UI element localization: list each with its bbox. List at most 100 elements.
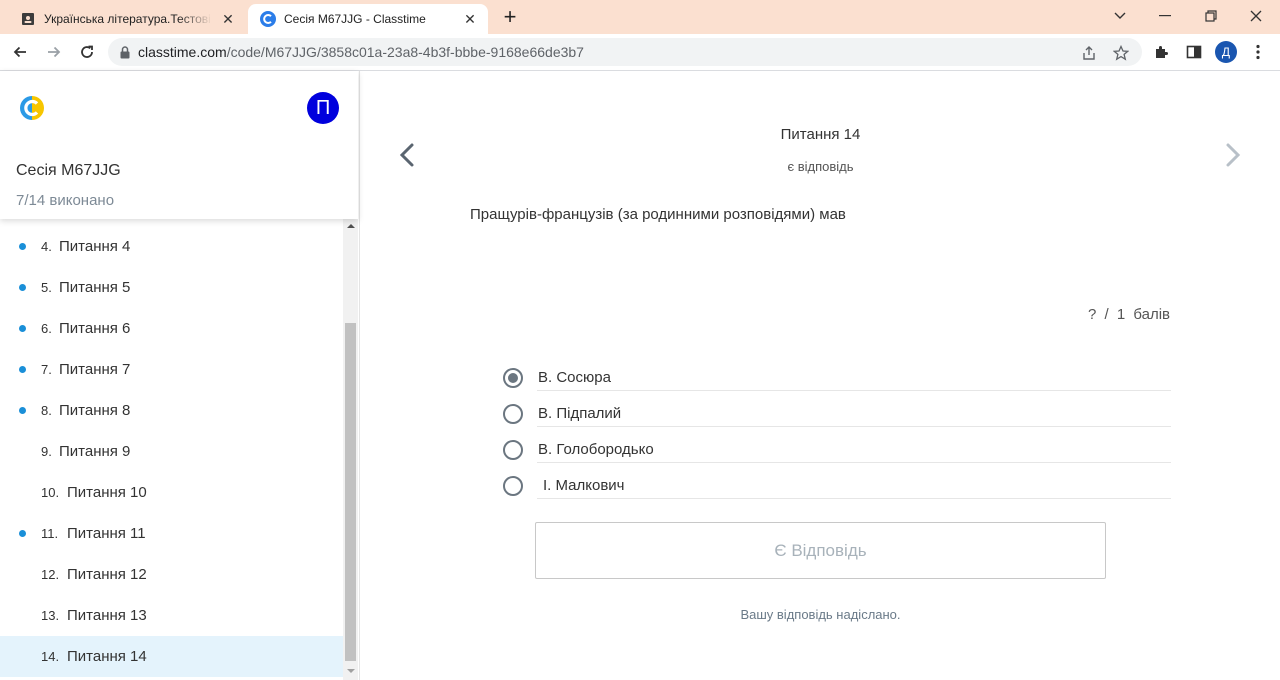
menu-kebab-icon[interactable] bbox=[1247, 41, 1269, 63]
tab-close-icon[interactable]: ✕ bbox=[460, 9, 480, 29]
sidebar-question-item[interactable]: 9. Питання 9 bbox=[0, 431, 343, 472]
question-list: 4. Питання 4 5. Питання 5 6. Питання 6 7. Питан… bbox=[0, 219, 343, 680]
sidebar-question-item[interactable]: 4. Питання 4 bbox=[0, 226, 343, 267]
sidebar-question-item[interactable]: 5. Питання 5 bbox=[0, 267, 343, 308]
tab-title: Українська література.Тестові за bbox=[44, 12, 212, 26]
question-number: 10. bbox=[41, 485, 60, 500]
sidebar-question-item[interactable]: 13. Питання 13 bbox=[0, 595, 343, 636]
question-number: 11. bbox=[41, 526, 59, 541]
answered-dot-icon bbox=[19, 530, 26, 537]
question-number: 4. bbox=[41, 239, 52, 254]
classtime-favicon-icon bbox=[260, 11, 276, 27]
answer-options: В. Сосюра В. Підпалий В. Голобородько І.… bbox=[503, 362, 1171, 506]
tab-title: Сесія M67JJG - Classtime bbox=[284, 12, 426, 26]
reload-icon[interactable] bbox=[75, 40, 99, 64]
extensions-puzzle-icon[interactable] bbox=[1150, 41, 1172, 63]
radio-button[interactable] bbox=[503, 440, 523, 460]
answer-option[interactable]: І. Малкович bbox=[503, 470, 1171, 506]
window-close-icon[interactable] bbox=[1241, 4, 1271, 28]
question-label: Питання 13 bbox=[67, 607, 147, 624]
option-label: В. Голобородько bbox=[538, 441, 654, 458]
url-text: classtime.com/code/M67JJG/3858c01a-23a8-… bbox=[138, 44, 584, 60]
question-label: Питання 10 bbox=[67, 484, 147, 501]
question-label: Питання 12 bbox=[67, 566, 147, 583]
scroll-up-arrow-icon[interactable] bbox=[343, 223, 358, 235]
question-text: Пращурів-французів (за родинними розпові… bbox=[470, 206, 846, 223]
question-label: Питання 7 bbox=[59, 361, 131, 378]
answered-dot-icon bbox=[19, 284, 26, 291]
question-heading: Питання 14 bbox=[780, 126, 861, 143]
answer-option[interactable]: В. Підпалий bbox=[503, 398, 1171, 434]
restore-icon[interactable] bbox=[1196, 4, 1226, 28]
option-divider bbox=[537, 498, 1171, 499]
question-label: Питання 5 bbox=[59, 279, 131, 296]
sidebar-question-item[interactable]: 11. Питання 11 bbox=[0, 513, 343, 554]
sidebar-question-item[interactable]: 12. Питання 12 bbox=[0, 554, 343, 595]
question-number: 14. bbox=[41, 649, 60, 664]
question-number: 8. bbox=[41, 403, 52, 418]
address-bar[interactable]: classtime.com/code/M67JJG/3858c01a-23a8-… bbox=[108, 38, 1142, 66]
option-label: І. Малкович bbox=[543, 477, 625, 494]
radio-button[interactable] bbox=[503, 476, 523, 496]
classtime-logo-icon[interactable] bbox=[19, 95, 45, 121]
document-icon bbox=[20, 11, 36, 27]
lock-icon[interactable] bbox=[120, 45, 130, 59]
question-number: 6. bbox=[41, 321, 52, 336]
question-label: Питання 11 bbox=[67, 525, 146, 542]
forward-icon[interactable] bbox=[42, 40, 66, 64]
radio-button-selected[interactable] bbox=[503, 368, 523, 388]
option-divider bbox=[537, 390, 1171, 391]
back-icon[interactable] bbox=[8, 40, 32, 64]
question-number: 9. bbox=[41, 444, 52, 459]
tab-ukrainian-literature[interactable]: Українська література.Тестові за ✕ bbox=[10, 4, 246, 34]
answered-dot-icon bbox=[19, 243, 26, 250]
tab-close-icon[interactable]: ✕ bbox=[218, 9, 238, 29]
user-avatar[interactable]: П bbox=[307, 92, 339, 124]
session-title: Сесія M67JJG bbox=[16, 162, 121, 179]
share-icon[interactable] bbox=[1080, 44, 1098, 62]
question-number: 12. bbox=[41, 567, 60, 582]
question-number: 7. bbox=[41, 362, 52, 377]
url-path: /code/M67JJG/3858c01a-23a8-4b3f-bbbe-916… bbox=[226, 44, 584, 60]
option-divider bbox=[537, 426, 1171, 427]
question-label: Питання 4 bbox=[59, 238, 131, 255]
answer-option[interactable]: В. Сосюра bbox=[503, 362, 1171, 398]
answer-option[interactable]: В. Голобородько bbox=[503, 434, 1171, 470]
new-tab-button[interactable]: + bbox=[498, 6, 522, 30]
progress-text: 7/14 виконано bbox=[16, 192, 115, 209]
question-label: Питання 9 bbox=[59, 443, 131, 460]
option-label: В. Підпалий bbox=[538, 405, 622, 422]
sidebar-question-item[interactable]: 6. Питання 6 bbox=[0, 308, 343, 349]
question-number: 13. bbox=[41, 608, 60, 623]
answered-dot-icon bbox=[19, 407, 26, 414]
profile-avatar[interactable]: Д bbox=[1215, 41, 1237, 63]
question-number: 5. bbox=[41, 280, 52, 295]
sidebar-question-item[interactable]: 10. Питання 10 bbox=[0, 472, 343, 513]
submitted-note: Вашу відповідь надіслано. bbox=[740, 607, 901, 622]
side-panel-icon[interactable] bbox=[1183, 41, 1205, 63]
main-content: Питання 14 є відповідь Пращурів-французі… bbox=[361, 71, 1280, 680]
sidebar-question-item[interactable]: 7. Питання 7 bbox=[0, 349, 343, 390]
question-label: Питання 14 bbox=[67, 648, 147, 665]
tab-strip: Українська література.Тестові за ✕ Сесія… bbox=[0, 0, 1280, 34]
tab-search-chevron-icon[interactable] bbox=[1105, 4, 1135, 28]
url-domain: classtime.com bbox=[138, 44, 227, 60]
option-label: В. Сосюра bbox=[538, 369, 611, 386]
question-status: є відповідь bbox=[787, 159, 854, 174]
question-label: Питання 6 bbox=[59, 320, 131, 337]
sidebar-question-item[interactable]: 8. Питання 8 bbox=[0, 390, 343, 431]
bookmark-star-icon[interactable] bbox=[1112, 44, 1130, 62]
points-indicator: ? / 1 балів bbox=[1088, 306, 1170, 323]
sidebar-scrollbar[interactable] bbox=[343, 219, 358, 680]
answer-submitted-button[interactable]: Є Відповідь bbox=[535, 522, 1106, 579]
scroll-down-arrow-icon[interactable] bbox=[343, 668, 358, 680]
tab-classtime-session[interactable]: Сесія M67JJG - Classtime ✕ bbox=[248, 4, 488, 34]
radio-button[interactable] bbox=[503, 404, 523, 424]
answered-dot-icon bbox=[19, 366, 26, 373]
answered-dot-icon bbox=[19, 325, 26, 332]
browser-toolbar: classtime.com/code/M67JJG/3858c01a-23a8-… bbox=[0, 34, 1280, 71]
sidebar-question-item[interactable]: 14. Питання 14 bbox=[0, 636, 343, 677]
minimize-icon[interactable] bbox=[1150, 4, 1180, 28]
scroll-thumb[interactable] bbox=[345, 323, 356, 661]
sidebar-header: П Сесія M67JJG 7/14 виконано bbox=[0, 71, 358, 219]
